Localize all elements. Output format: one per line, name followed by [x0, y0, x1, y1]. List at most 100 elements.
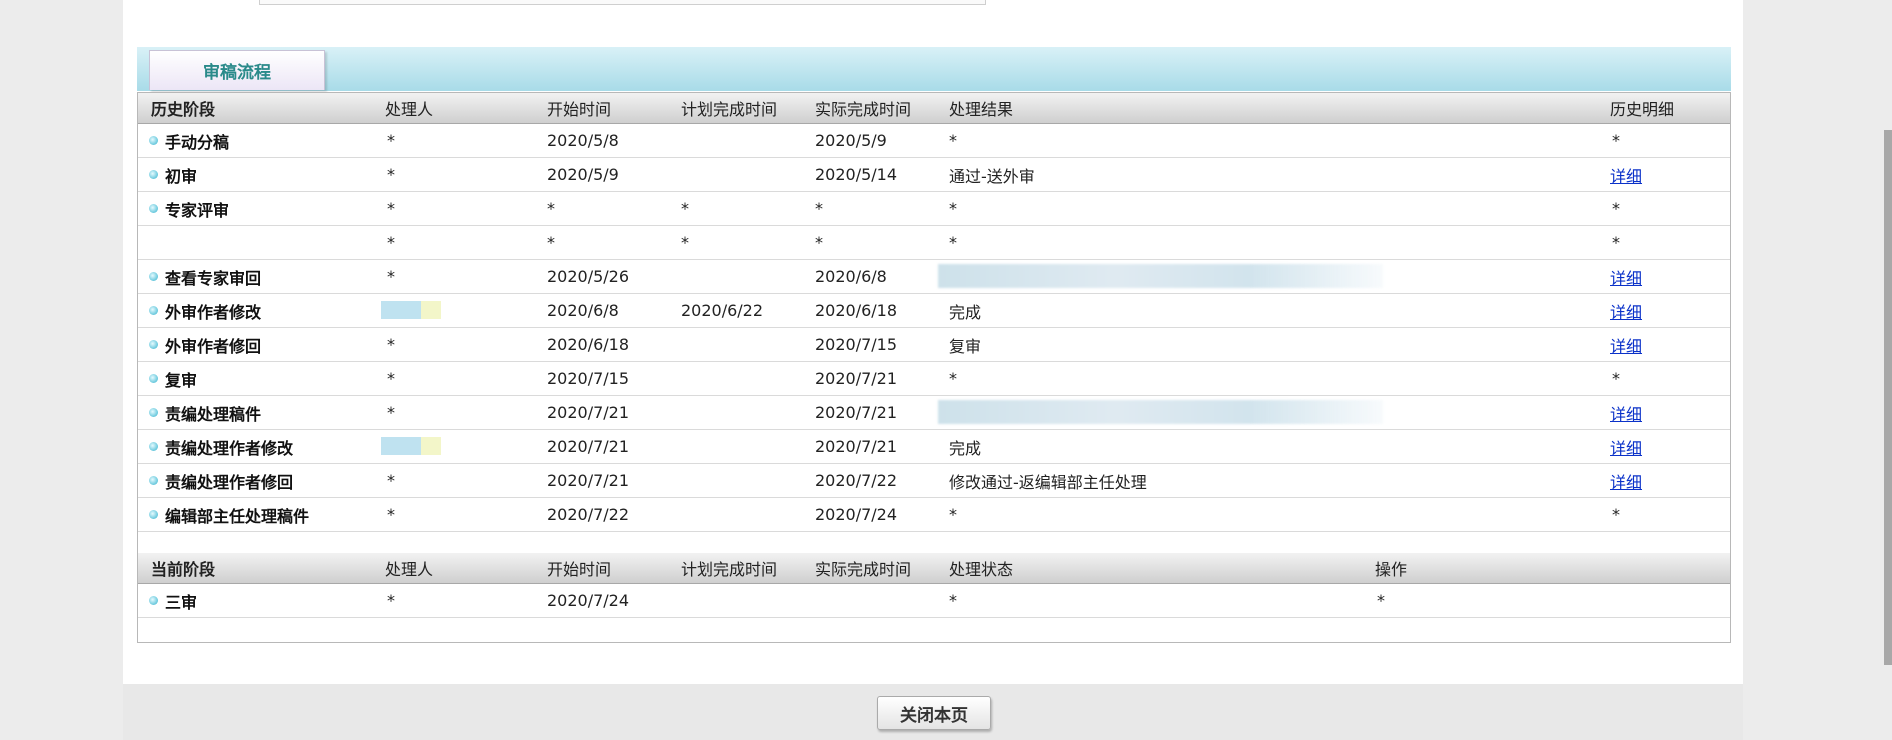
history-row: 初审 * 2020/5/9 2020/5/14 通过-送外审 详细	[138, 158, 1730, 192]
close-page-button[interactable]: 关闭本页	[877, 696, 991, 730]
col-history-detail: 历史明细	[1610, 100, 1675, 119]
actual-cell: 2020/7/21	[815, 403, 898, 422]
start-cell: 2020/6/8	[547, 301, 619, 320]
scrollbar-thumb[interactable]	[1884, 130, 1892, 665]
actual-cell: 2020/7/21	[815, 369, 898, 388]
detail-link[interactable]: 详细	[1610, 163, 1642, 187]
col-current-planned: 计划完成时间	[681, 560, 778, 579]
stage-name: 复审	[165, 370, 198, 390]
start-cell: 2020/6/18	[547, 335, 630, 354]
handler-cell: *	[387, 403, 395, 422]
detail-cell: 详细	[1610, 158, 1642, 191]
bullet-icon	[149, 170, 158, 179]
col-current-start: 开始时间	[547, 560, 612, 579]
current-table-header: 当前阶段 处理人 开始时间 计划完成时间 实际完成时间 处理状态 操作	[138, 553, 1730, 584]
bullet-icon	[149, 306, 158, 315]
actual-cell: 2020/6/18	[815, 301, 898, 320]
detail-cell: 详细	[1610, 260, 1642, 293]
detail-cell: *	[1612, 505, 1620, 524]
detail-cell: 详细	[1610, 294, 1642, 327]
start-cell: 2020/7/21	[547, 403, 630, 422]
detail-cell: 详细	[1610, 328, 1642, 361]
stage-name: 专家评审	[165, 200, 230, 220]
detail-link[interactable]: 详细	[1610, 401, 1642, 425]
result-cell: 复审	[949, 336, 982, 356]
stage-name: 外审作者修回	[165, 336, 262, 356]
stage-name: 责编处理作者修回	[165, 472, 294, 492]
history-row: 专家评审 * * * * * *	[138, 192, 1730, 226]
handler-cell: *	[387, 199, 395, 218]
start-cell: 2020/7/21	[547, 471, 630, 490]
result-cell: *	[949, 131, 957, 150]
history-row: 责编处理稿件 * 2020/7/21 2020/7/21 详细	[138, 396, 1730, 430]
detail-cell: *	[1612, 233, 1620, 252]
bullet-icon	[149, 408, 158, 417]
start-cell: 2020/5/9	[547, 165, 619, 184]
detail-cell: 详细	[1610, 430, 1642, 463]
handler-cell: *	[387, 233, 395, 252]
col-handler: 处理人	[385, 100, 434, 119]
stage-cell: 三审	[165, 592, 198, 612]
start-cell: 2020/7/21	[547, 437, 630, 456]
handler-cell: *	[387, 131, 395, 150]
redacted-handler	[381, 301, 441, 319]
bullet-icon	[149, 374, 158, 383]
redacted-result	[938, 264, 1383, 288]
operation-cell: *	[1377, 591, 1385, 610]
result-cell: *	[949, 369, 957, 388]
history-row: 外审作者修改 2020/6/8 2020/6/22 2020/6/18 完成 详细	[138, 294, 1730, 328]
col-result: 处理结果	[949, 100, 1014, 119]
actual-cell: *	[815, 199, 823, 218]
history-table-header: 历史阶段 处理人 开始时间 计划完成时间 实际完成时间 处理结果 历史明细	[138, 93, 1730, 124]
status-cell: *	[949, 591, 957, 610]
actual-cell: 2020/6/8	[815, 267, 887, 286]
detail-link[interactable]: 详细	[1610, 435, 1642, 459]
bullet-icon	[149, 442, 158, 451]
detail-cell: *	[1612, 131, 1620, 150]
review-process-panel: 历史阶段 处理人 开始时间 计划完成时间 实际完成时间 处理结果 历史明细 手动…	[137, 92, 1731, 643]
planned-cell: *	[681, 233, 689, 252]
detail-link[interactable]: 详细	[1610, 265, 1642, 289]
detail-cell: *	[1612, 199, 1620, 218]
bullet-icon	[149, 272, 158, 281]
start-cell: 2020/5/26	[547, 267, 630, 286]
result-cell: 完成	[949, 302, 982, 322]
top-input-remnant[interactable]	[259, 0, 986, 5]
actual-cell: 2020/7/22	[815, 471, 898, 490]
start-cell: *	[547, 199, 555, 218]
actual-cell: 2020/7/21	[815, 437, 898, 456]
col-current-actual: 实际完成时间	[815, 560, 912, 579]
actual-cell: 2020/7/15	[815, 335, 898, 354]
bullet-icon	[149, 340, 158, 349]
detail-link[interactable]: 详细	[1610, 333, 1642, 357]
start-cell: 2020/7/22	[547, 505, 630, 524]
stage-name: 责编处理作者修改	[165, 438, 294, 458]
result-cell: 通过-送外审	[949, 166, 1035, 186]
col-history-stage: 历史阶段	[151, 100, 216, 119]
history-row: 外审作者修回 * 2020/6/18 2020/7/15 复审 详细	[138, 328, 1730, 362]
tab-review-process[interactable]: 审稿流程	[149, 50, 325, 90]
redacted-handler	[381, 437, 441, 455]
actual-cell: 2020/5/14	[815, 165, 898, 184]
actual-cell: *	[815, 233, 823, 252]
detail-cell: 详细	[1610, 464, 1642, 497]
handler-cell: *	[387, 335, 395, 354]
stage-name: 查看专家审回	[165, 268, 262, 288]
detail-link[interactable]: 详细	[1610, 469, 1642, 493]
bullet-icon	[149, 510, 158, 519]
current-row: 三审 * 2020/7/24 * *	[138, 584, 1730, 618]
start-cell: 2020/7/15	[547, 369, 630, 388]
col-current-operation: 操作	[1375, 560, 1408, 579]
stage-name: 初审	[165, 166, 198, 186]
bullet-icon	[149, 596, 158, 605]
stage-name: 手动分稿	[165, 132, 230, 152]
start-cell: 2020/5/8	[547, 131, 619, 150]
planned-cell: *	[681, 199, 689, 218]
col-start-time: 开始时间	[547, 100, 612, 119]
handler-cell: *	[387, 591, 395, 610]
result-cell: *	[949, 505, 957, 524]
history-row: 查看专家审回 * 2020/5/26 2020/6/8 详细	[138, 260, 1730, 294]
handler-cell: *	[387, 369, 395, 388]
handler-cell: *	[387, 505, 395, 524]
detail-link[interactable]: 详细	[1610, 299, 1642, 323]
